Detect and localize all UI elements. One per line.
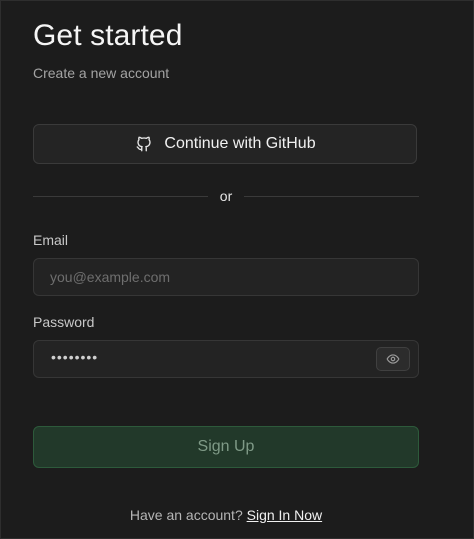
email-label: Email xyxy=(33,232,69,248)
github-icon xyxy=(134,134,154,154)
eye-icon xyxy=(386,352,400,366)
divider-text: or xyxy=(219,188,233,204)
password-label: Password xyxy=(33,314,95,330)
signup-panel: Get started Create a new account Continu… xyxy=(0,0,474,539)
sign-in-prompt: Have an account? Sign In Now xyxy=(1,507,451,523)
sign-in-link[interactable]: Sign In Now xyxy=(247,507,322,523)
divider-line-right xyxy=(244,195,420,197)
sign-in-prompt-text: Have an account? xyxy=(129,507,247,523)
continue-with-github-button[interactable]: Continue with GitHub xyxy=(33,124,417,164)
or-divider: or xyxy=(33,185,420,207)
page-subtitle: Create a new account xyxy=(33,65,170,81)
divider-line-left xyxy=(33,195,208,197)
password-masked-value: •••••••• xyxy=(51,349,99,365)
sign-up-button[interactable]: Sign Up xyxy=(33,426,419,468)
email-field[interactable] xyxy=(33,258,419,296)
page-title: Get started xyxy=(33,19,183,52)
github-button-label: Continue with GitHub xyxy=(164,135,316,152)
toggle-password-visibility-button[interactable] xyxy=(376,347,410,371)
